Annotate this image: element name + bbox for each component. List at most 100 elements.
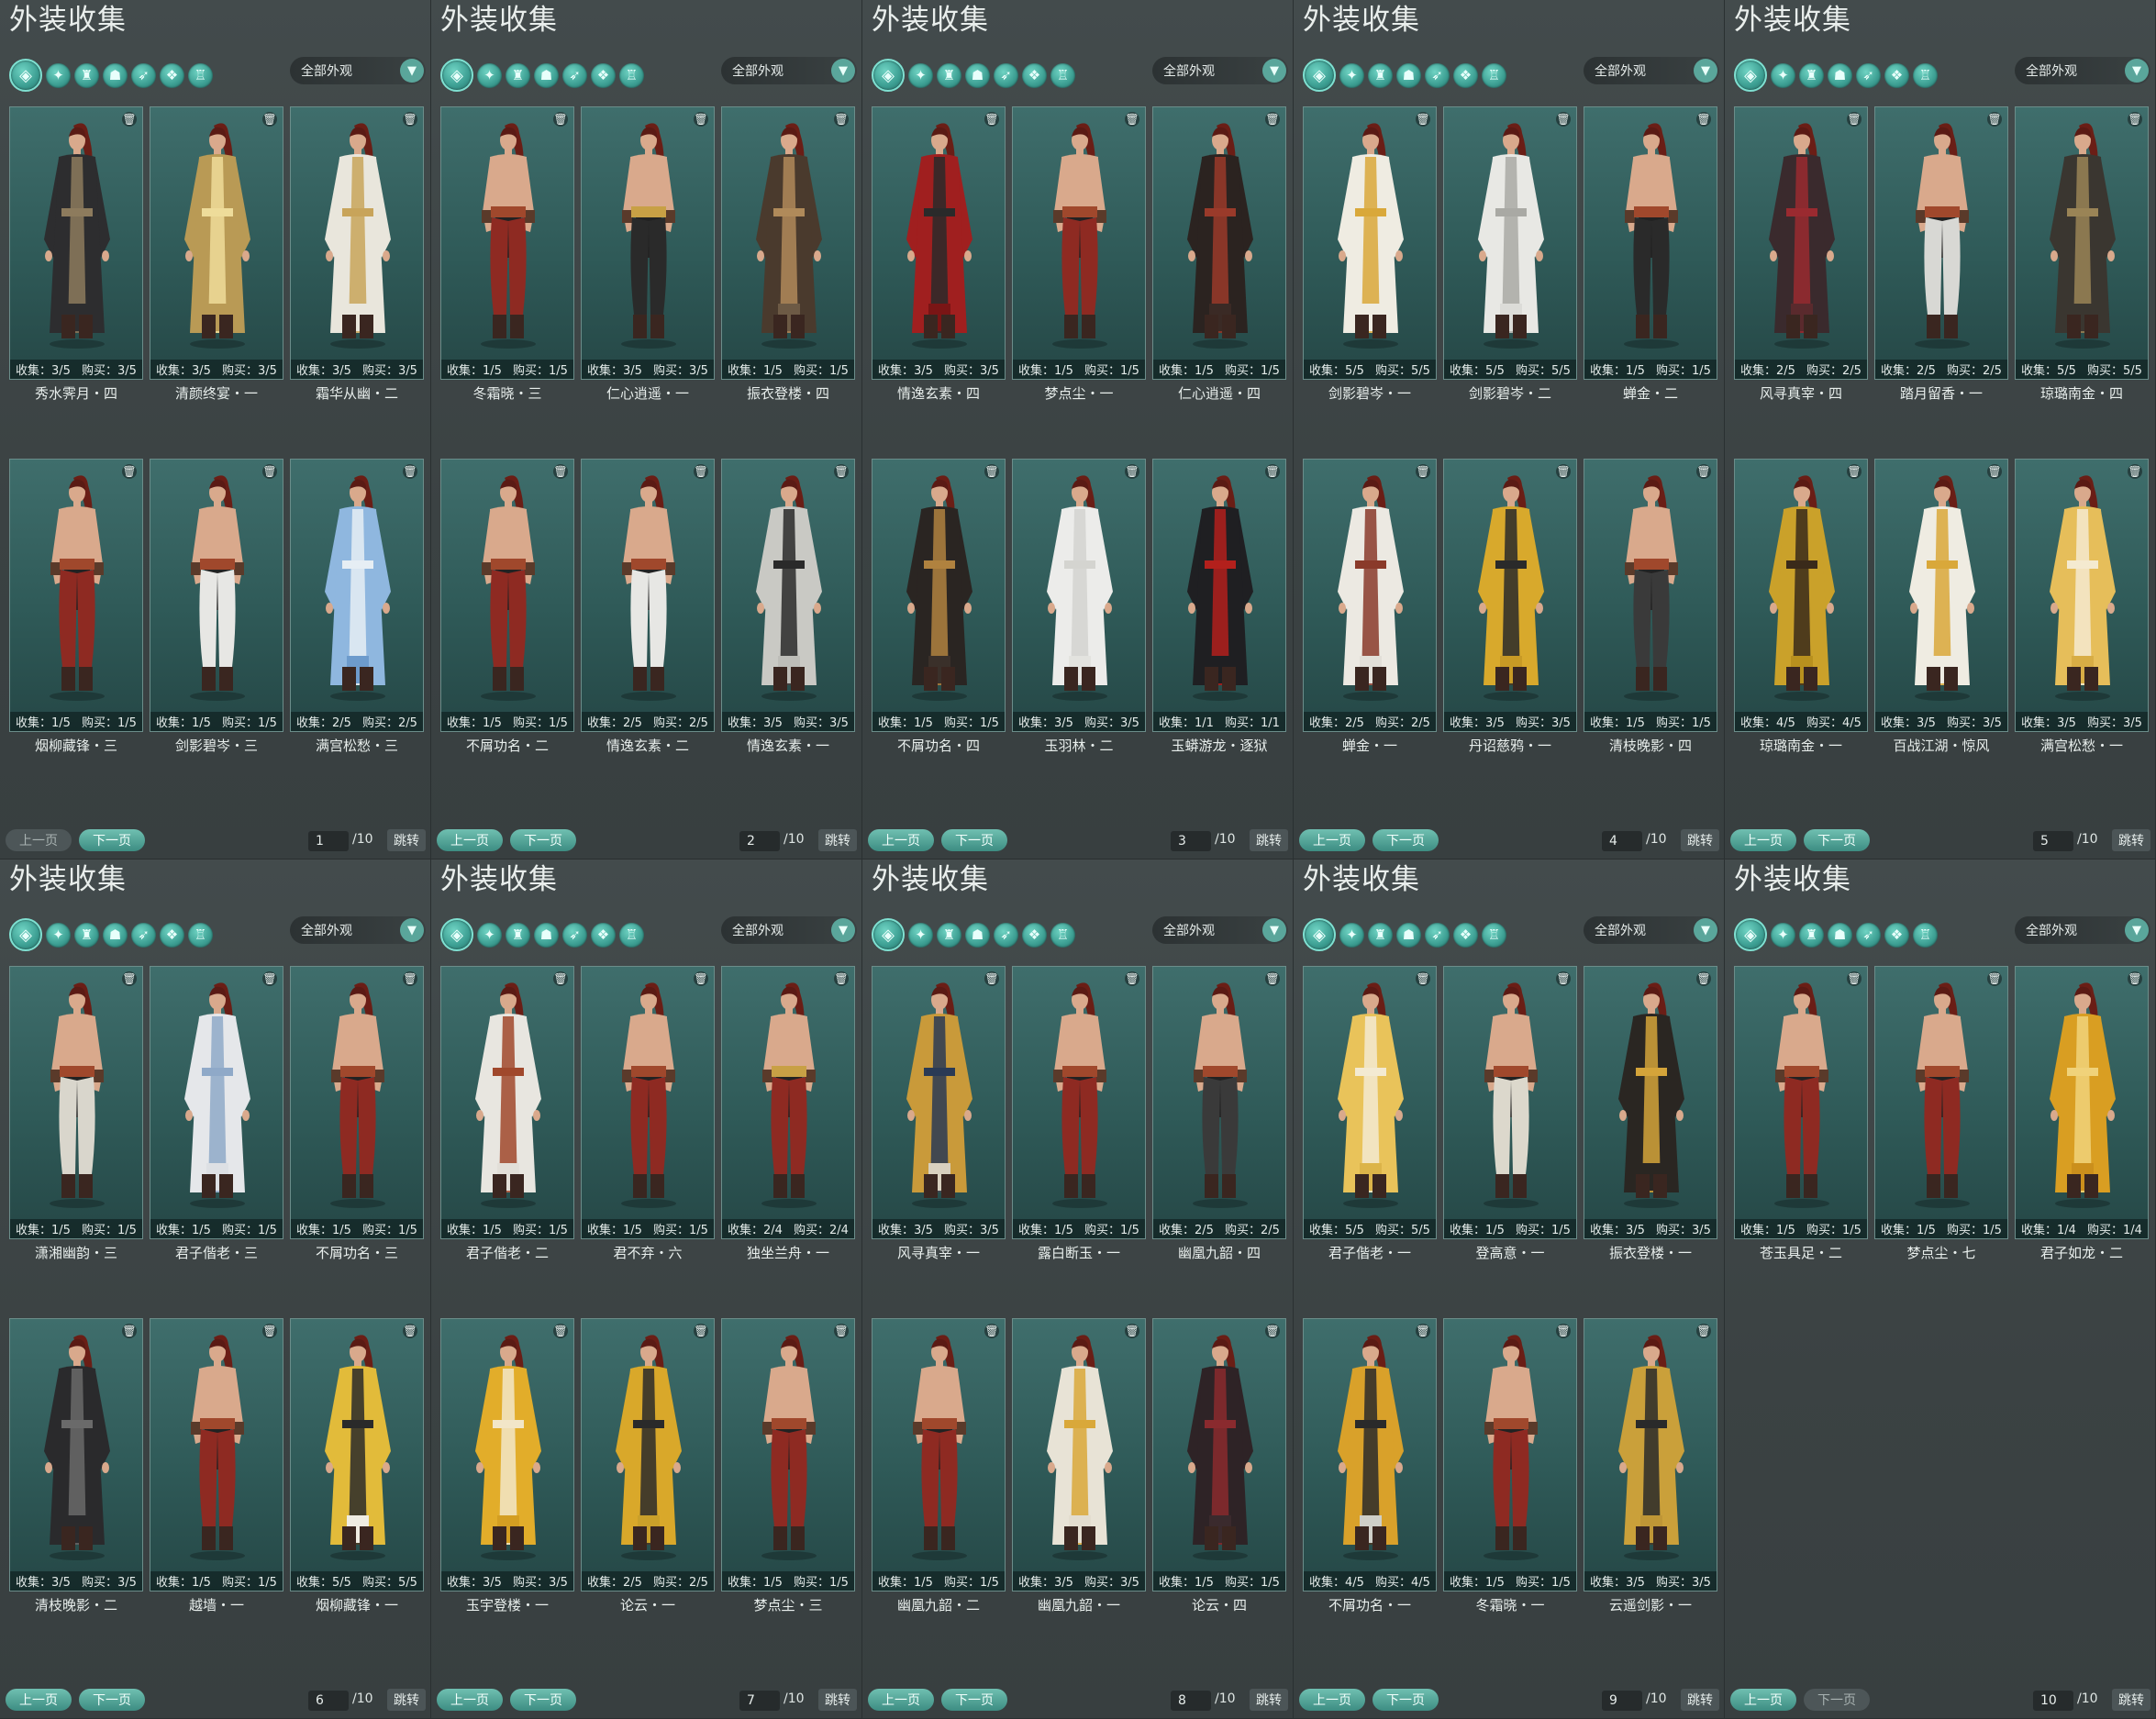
body-icon[interactable]: ♜ [1799, 62, 1824, 88]
outfit-preview[interactable]: 🗑 收集：1/5 购买：1/5 [872, 459, 1006, 732]
top-icon[interactable]: ✦ [908, 62, 933, 88]
chevron-down-icon[interactable]: ▼ [2125, 918, 2149, 942]
prev-page-button[interactable]: 上一页 [6, 1689, 72, 1711]
trash-icon[interactable]: 🗑 [262, 1324, 277, 1338]
all-outfit-icon[interactable]: ◈ [9, 918, 42, 951]
body-icon[interactable]: ♜ [74, 922, 99, 948]
trash-icon[interactable]: 🗑 [1416, 112, 1430, 127]
next-page-button[interactable]: 下一页 [941, 829, 1007, 851]
outfit-card[interactable]: 🗑 收集：2/5 购买：2/5 蝉金・一 [1303, 459, 1437, 754]
trash-icon[interactable]: 🗑 [1125, 464, 1139, 479]
outfit-card[interactable]: 🗑 收集：4/5 购买：4/5 不屑功名・一 [1303, 1318, 1437, 1614]
outfit-preview[interactable]: 🗑 收集：1/5 购买：1/5 [440, 459, 574, 732]
appearance-filter-dropdown[interactable]: 全部外观 ▼ [290, 916, 426, 944]
outfit-preview[interactable]: 🗑 收集：1/5 购买：1/5 [1584, 106, 1717, 380]
trash-icon[interactable]: 🗑 [834, 464, 849, 479]
outfit-preview[interactable]: 🗑 收集：2/5 购买：2/5 [1734, 106, 1868, 380]
top-icon[interactable]: ✦ [46, 62, 71, 88]
trash-icon[interactable]: 🗑 [122, 464, 137, 479]
shoes-icon[interactable]: ➶ [994, 922, 1018, 948]
shoes-icon[interactable]: ➶ [1425, 922, 1450, 948]
outfit-card[interactable]: 🗑 收集：1/1 购买：1/1 玉蟒游龙・逐狱 [1152, 459, 1286, 754]
trash-icon[interactable]: 🗑 [2128, 112, 2142, 127]
outfit-preview[interactable]: 🗑 收集：1/1 购买：1/1 [1152, 459, 1286, 732]
prev-page-button[interactable]: 上一页 [1730, 829, 1796, 851]
trash-icon[interactable]: 🗑 [1125, 971, 1139, 986]
top-icon[interactable]: ✦ [477, 922, 502, 948]
hair-icon[interactable]: ❖ [160, 922, 184, 948]
trash-icon[interactable]: 🗑 [553, 464, 568, 479]
outfit-card[interactable]: 🗑 收集：2/4 购买：2/4 独坐兰舟・一 [721, 966, 855, 1261]
pants-icon[interactable]: ☗ [1396, 62, 1421, 88]
outfit-card[interactable]: 🗑 收集：1/5 购买：1/5 梦点尘・七 [1874, 966, 2008, 1261]
all-outfit-icon[interactable]: ◈ [1303, 59, 1336, 92]
outfit-card[interactable]: 🗑 收集：2/5 购买：2/5 幽凰九韶・四 [1152, 966, 1286, 1261]
next-page-button[interactable]: 下一页 [941, 1689, 1007, 1711]
outfit-card[interactable]: 🗑 收集：1/5 购买：1/5 梦点尘・三 [721, 1318, 855, 1614]
outfit-card[interactable]: 🗑 收集：1/5 购买：1/5 清枝晚影・四 [1584, 459, 1717, 754]
outfit-preview[interactable]: 🗑 收集：3/5 购买：3/5 [1584, 966, 1717, 1239]
jump-button[interactable]: 跳转 [1250, 1689, 1288, 1711]
trash-icon[interactable]: 🗑 [1265, 971, 1280, 986]
outfit-preview[interactable]: 🗑 收集：1/5 购买：1/5 [1012, 966, 1146, 1239]
outfit-preview[interactable]: 🗑 收集：1/4 购买：1/4 [2015, 966, 2149, 1239]
trash-icon[interactable]: 🗑 [1556, 112, 1571, 127]
prev-page-button[interactable]: 上一页 [1730, 1689, 1796, 1711]
trash-icon[interactable]: 🗑 [1416, 1324, 1430, 1338]
all-outfit-icon[interactable]: ◈ [1303, 918, 1336, 951]
trash-icon[interactable]: 🗑 [122, 971, 137, 986]
trash-icon[interactable]: 🗑 [694, 1324, 708, 1338]
outfit-preview[interactable]: 🗑 收集：1/5 购买：1/5 [290, 966, 424, 1239]
outfit-preview[interactable]: 🗑 收集：1/5 购买：1/5 [872, 1318, 1006, 1591]
page-number-input[interactable]: 10 [2033, 1691, 2073, 1711]
pants-icon[interactable]: ☗ [103, 62, 128, 88]
trash-icon[interactable]: 🗑 [984, 1324, 999, 1338]
next-page-button[interactable]: 下一页 [1804, 1689, 1870, 1711]
hair-icon[interactable]: ❖ [591, 922, 616, 948]
appearance-filter-dropdown[interactable]: 全部外观 ▼ [1584, 57, 1719, 84]
outfit-preview[interactable]: 🗑 收集：5/5 购买：5/5 [290, 1318, 424, 1591]
trash-icon[interactable]: 🗑 [1416, 971, 1430, 986]
outfit-card[interactable]: 🗑 收集：1/4 购买：1/4 君子如龙・二 [2015, 966, 2149, 1261]
outfit-preview[interactable]: 🗑 收集：2/4 购买：2/4 [721, 966, 855, 1239]
hair-icon[interactable]: ❖ [1453, 62, 1478, 88]
outfit-card[interactable]: 🗑 收集：1/5 购买：1/5 剑影碧岑・三 [150, 459, 283, 754]
outfit-card[interactable]: 🗑 收集：3/5 购买：3/5 百战江湖・惊风 [1874, 459, 2008, 754]
appearance-filter-dropdown[interactable]: 全部外观 ▼ [721, 916, 857, 944]
all-outfit-icon[interactable]: ◈ [1734, 918, 1767, 951]
chevron-down-icon[interactable]: ▼ [1262, 918, 1286, 942]
outfit-preview[interactable]: 🗑 收集：5/5 购买：5/5 [2015, 106, 2149, 380]
outfit-preview[interactable]: 🗑 收集：1/5 购买：1/5 [581, 966, 715, 1239]
prev-page-button[interactable]: 上一页 [1299, 1689, 1365, 1711]
accessory-icon[interactable]: ♖ [188, 62, 213, 88]
hair-icon[interactable]: ❖ [1022, 922, 1047, 948]
outfit-card[interactable]: 🗑 收集：3/5 购买：3/5 丹诏慈鸦・一 [1443, 459, 1577, 754]
outfit-preview[interactable]: 🗑 收集：3/5 购买：3/5 [581, 106, 715, 380]
next-page-button[interactable]: 下一页 [79, 1689, 145, 1711]
trash-icon[interactable]: 🗑 [262, 464, 277, 479]
outfit-card[interactable]: 🗑 收集：2/5 购买：2/5 满宫松愁・三 [290, 459, 424, 754]
outfit-card[interactable]: 🗑 收集：1/5 购买：1/5 不屑功名・三 [290, 966, 424, 1261]
outfit-card[interactable]: 🗑 收集：1/5 购买：1/5 露白断玉・一 [1012, 966, 1146, 1261]
outfit-preview[interactable]: 🗑 收集：3/5 购买：3/5 [9, 106, 143, 380]
trash-icon[interactable]: 🗑 [1696, 971, 1711, 986]
outfit-card[interactable]: 🗑 收集：1/5 购买：1/5 不屑功名・四 [872, 459, 1006, 754]
page-number-input[interactable]: 4 [1602, 831, 1642, 851]
top-icon[interactable]: ✦ [1339, 922, 1364, 948]
next-page-button[interactable]: 下一页 [1373, 829, 1439, 851]
outfit-card[interactable]: 🗑 收集：3/5 购买：3/5 玉羽林・二 [1012, 459, 1146, 754]
all-outfit-icon[interactable]: ◈ [440, 918, 473, 951]
trash-icon[interactable]: 🗑 [1416, 464, 1430, 479]
all-outfit-icon[interactable]: ◈ [1734, 59, 1767, 92]
outfit-preview[interactable]: 🗑 收集：1/5 购买：1/5 [1152, 106, 1286, 380]
chevron-down-icon[interactable]: ▼ [831, 59, 855, 83]
chevron-down-icon[interactable]: ▼ [1694, 918, 1717, 942]
trash-icon[interactable]: 🗑 [403, 1324, 417, 1338]
accessory-icon[interactable]: ♖ [1050, 62, 1075, 88]
outfit-card[interactable]: 🗑 收集：3/5 购买：3/5 情逸玄素・四 [872, 106, 1006, 402]
top-icon[interactable]: ✦ [908, 922, 933, 948]
jump-button[interactable]: 跳转 [1681, 829, 1719, 851]
shoes-icon[interactable]: ➶ [131, 922, 156, 948]
hair-icon[interactable]: ❖ [1022, 62, 1047, 88]
outfit-card[interactable]: 🗑 收集：3/5 购买：3/5 风寻真宰・一 [872, 966, 1006, 1261]
